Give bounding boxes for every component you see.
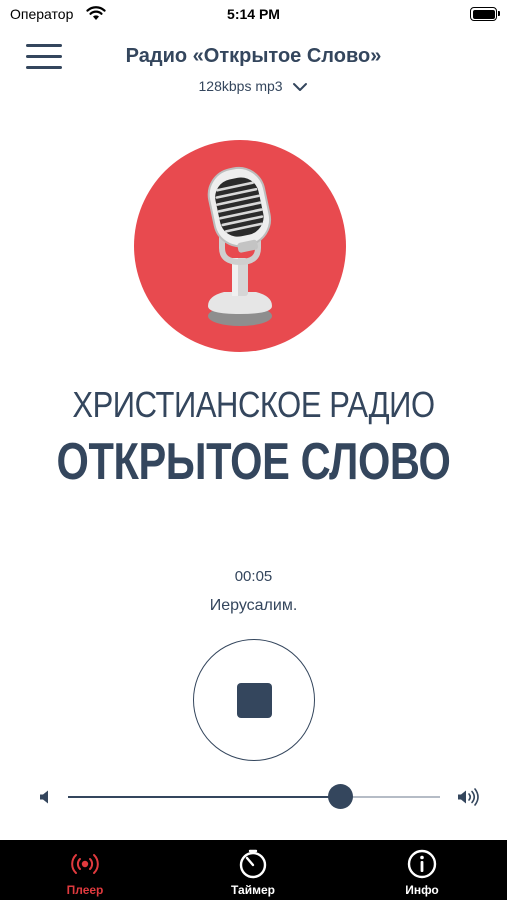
timer-icon	[239, 849, 267, 879]
tab-player[interactable]: Плеер	[35, 840, 135, 900]
info-icon	[407, 849, 437, 879]
tab-timer-label: Таймер	[231, 883, 275, 897]
battery-icon	[470, 7, 500, 21]
station-title: Радио «Открытое Слово»	[125, 45, 382, 67]
track-title: Иерусалим.	[209, 597, 298, 614]
stop-button[interactable]	[193, 639, 315, 761]
brand-title: ОТКРЫТОЕ СЛОВО	[56, 433, 451, 491]
tab-timer[interactable]: Таймер	[203, 840, 303, 900]
tab-info-label: Инфо	[405, 883, 439, 897]
volume-fill	[68, 796, 340, 798]
elapsed-time: 00:05	[234, 568, 273, 585]
microphone-icon	[207, 166, 272, 326]
volume-low-icon	[40, 790, 48, 804]
broadcast-icon	[71, 854, 99, 874]
chevron-down-icon	[293, 83, 308, 92]
station-logo	[134, 140, 346, 352]
stop-icon	[237, 683, 272, 718]
status-time: 5:14 PM	[227, 6, 280, 22]
volume-slider[interactable]	[68, 784, 440, 809]
volume-thumb[interactable]	[327, 784, 353, 809]
tab-info[interactable]: Инфо	[372, 840, 472, 900]
tab-player-label: Плеер	[66, 883, 104, 897]
brand-subtitle: ХРИСТИАНСКОЕ РАДИО	[72, 384, 435, 425]
volume-high-icon	[458, 788, 479, 806]
stream-quality-selector[interactable]: 128kbps mp3	[0, 78, 507, 94]
status-bar: Оператор 5:14 PM	[0, 0, 507, 30]
stream-quality-label: 128kbps mp3	[198, 78, 283, 94]
tab-bar: Плеер Таймер Инфо	[0, 840, 507, 900]
